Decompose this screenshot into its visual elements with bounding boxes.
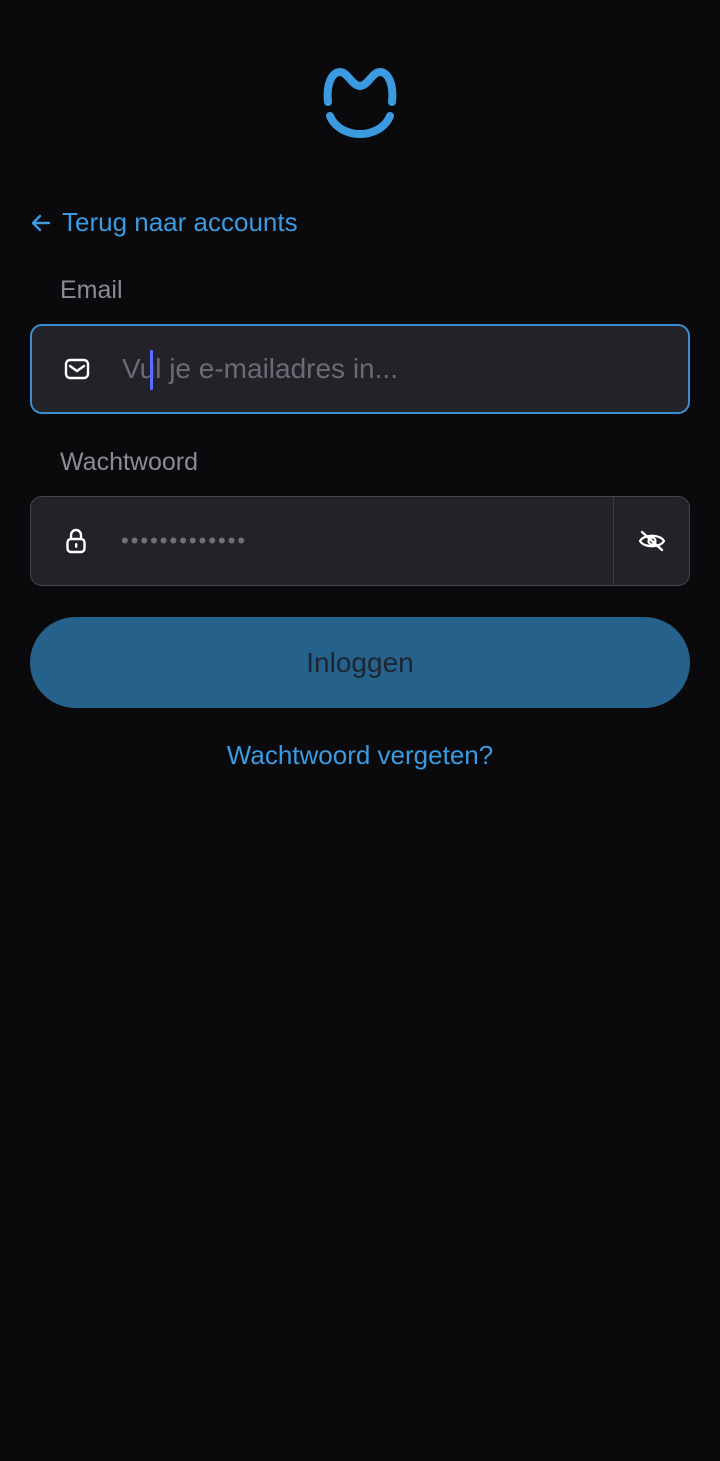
eye-off-icon — [638, 530, 665, 552]
back-to-accounts-link[interactable]: Terug naar accounts — [30, 207, 298, 238]
password-field[interactable]: ••••••••••••• — [30, 496, 690, 586]
forgot-password-link[interactable]: Wachtwoord vergeten? — [0, 740, 720, 771]
lock-icon — [31, 497, 121, 585]
toggle-password-visibility-button[interactable] — [613, 497, 689, 585]
login-button[interactable]: Inloggen — [30, 617, 690, 708]
arrow-left-icon — [31, 214, 51, 231]
mail-icon — [32, 326, 122, 412]
email-input[interactable] — [122, 326, 688, 412]
password-label: Wachtwoord — [60, 448, 199, 476]
text-caret — [150, 350, 153, 390]
email-label: Email — [60, 276, 123, 304]
login-screen: Terug naar accounts Email Wachtwoord •••… — [0, 0, 720, 1461]
password-input[interactable]: ••••••••••••• — [121, 528, 613, 554]
email-field[interactable] — [30, 324, 690, 414]
brand-logo-icon — [323, 68, 397, 138]
back-link-label: Terug naar accounts — [62, 207, 298, 237]
